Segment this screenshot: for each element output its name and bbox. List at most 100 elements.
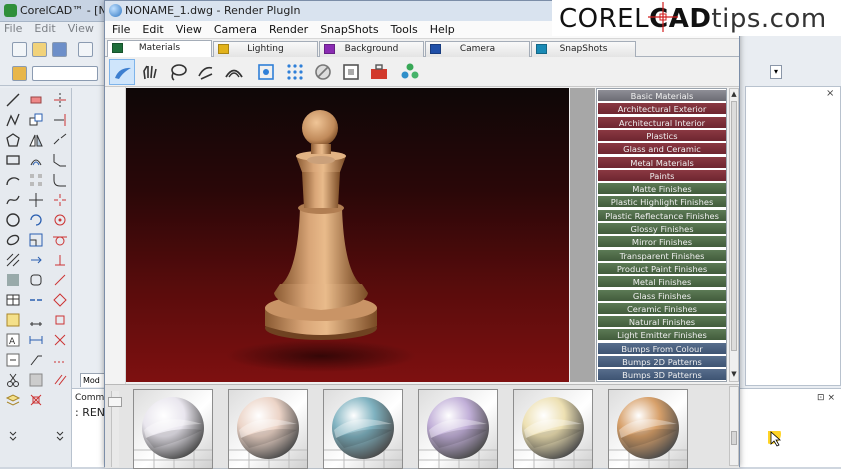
text-tool-icon[interactable]: A <box>5 332 21 348</box>
material-category-item[interactable]: Glass and Ceramic <box>598 143 726 156</box>
arc-button[interactable] <box>221 59 247 85</box>
point-tool-icon[interactable] <box>5 352 21 368</box>
material-category-item[interactable]: Bumps From Colour <box>598 342 726 355</box>
spline-tool-icon[interactable] <box>5 192 21 208</box>
extend-tool-icon[interactable] <box>52 112 68 128</box>
menu-help[interactable]: Help <box>423 21 460 36</box>
material-category-item[interactable]: Metal Materials <box>598 156 726 169</box>
menu-camera[interactable]: Camera <box>207 21 262 36</box>
copy-tool-icon[interactable] <box>28 112 44 128</box>
material-category-item[interactable]: Product Paint Finishes <box>598 262 726 275</box>
menu-file[interactable]: File <box>105 21 135 36</box>
frame-button[interactable] <box>338 59 364 85</box>
smudge-button[interactable] <box>193 59 219 85</box>
print-icon[interactable] <box>78 42 93 57</box>
material-category-item[interactable]: Plastic Reflectance Finishes <box>598 209 726 222</box>
circle-tool-icon[interactable] <box>5 212 21 228</box>
material-category-item[interactable]: Plastic Highlight Finishes <box>598 196 726 209</box>
menu-snapshots[interactable]: SnapShots <box>313 21 383 36</box>
corelcad-menu-edit[interactable]: Edit <box>34 22 55 35</box>
expand-more-icon[interactable] <box>5 428 21 444</box>
material-swatch-tan[interactable] <box>608 389 688 469</box>
properties-dropdown[interactable]: ▾ <box>770 65 782 79</box>
open-folder-icon[interactable] <box>32 42 47 57</box>
arc-tool-icon[interactable] <box>5 172 21 188</box>
hatch-tool-icon[interactable] <box>5 252 21 268</box>
explode-tool-icon[interactable] <box>52 192 68 208</box>
fillet-tool-icon[interactable] <box>52 172 68 188</box>
cut-tool-icon[interactable] <box>5 372 21 388</box>
scale-tool-icon[interactable] <box>28 232 44 248</box>
material-swatch-cream[interactable] <box>513 389 593 469</box>
eraser-tool-icon[interactable] <box>28 92 44 108</box>
material-category-item[interactable]: Natural Finishes <box>598 316 726 329</box>
command-text[interactable]: : REN <box>75 406 107 419</box>
scroll-thumb[interactable] <box>731 101 737 351</box>
material-swatch-lavender[interactable] <box>418 389 498 469</box>
move-tool-icon[interactable] <box>28 192 44 208</box>
material-swatch-white[interactable] <box>133 389 213 469</box>
tab-materials[interactable]: Materials <box>107 40 212 57</box>
no-entry-button[interactable] <box>310 59 336 85</box>
corelcad-menu-file[interactable]: File <box>4 22 22 35</box>
snap-insertion-icon[interactable] <box>52 312 68 328</box>
toolbox-button[interactable] <box>366 59 392 85</box>
snap-parallel-icon[interactable] <box>52 372 68 388</box>
snap-node-icon[interactable] <box>52 332 68 348</box>
region-tool-icon[interactable] <box>28 272 44 288</box>
slider-knob[interactable] <box>108 397 122 407</box>
new-file-icon[interactable] <box>12 42 27 57</box>
material-category-item[interactable]: Mirror Finishes <box>598 236 726 249</box>
material-swatch-peach[interactable] <box>228 389 308 469</box>
close-panel-icon[interactable]: × <box>826 88 834 99</box>
grid-dots-button[interactable] <box>282 59 308 85</box>
swatch-scrollbar[interactable] <box>729 386 739 466</box>
save-icon[interactable] <box>52 42 67 57</box>
material-category-item[interactable]: Transparent Finishes <box>598 249 726 262</box>
block-insert-icon[interactable] <box>5 312 21 328</box>
line-tool-icon[interactable] <box>5 92 21 108</box>
snap-perpendicular-icon[interactable] <box>52 252 68 268</box>
material-swatch-teal[interactable] <box>323 389 403 469</box>
material-category-item[interactable]: Basic Materials <box>598 90 726 102</box>
polygon-tool-icon[interactable] <box>5 132 21 148</box>
corelcad-menu-view[interactable]: View <box>68 22 94 35</box>
material-category-item[interactable]: Architectural Interior <box>598 116 726 129</box>
paint-brush-button[interactable] <box>109 59 135 85</box>
offset-tool-icon[interactable] <box>28 152 44 168</box>
wipeout-tool-icon[interactable] <box>28 372 44 388</box>
snap-apparent-icon[interactable] <box>28 392 44 408</box>
hand-button[interactable] <box>137 59 163 85</box>
menu-view[interactable]: View <box>169 21 207 36</box>
gradient-tool-icon[interactable] <box>5 272 21 288</box>
tab-snapshots[interactable]: SnapShots <box>531 41 636 57</box>
snap-extension-icon[interactable] <box>52 352 68 368</box>
trim-tool-icon[interactable] <box>52 92 68 108</box>
measure-tool-icon[interactable] <box>28 312 44 328</box>
menu-render[interactable]: Render <box>262 21 313 36</box>
stretch-tool-icon[interactable] <box>28 252 44 268</box>
swatch-size-slider[interactable] <box>108 391 122 467</box>
material-category-item[interactable]: Glossy Finishes <box>598 223 726 235</box>
material-category-item[interactable]: Paints <box>598 169 726 182</box>
dimension-tool-icon[interactable] <box>28 332 44 348</box>
material-category-item[interactable]: Plastics <box>598 129 726 142</box>
snap-nearest-icon[interactable] <box>52 272 68 288</box>
material-category-item[interactable]: Light Emitter Finishes <box>598 329 726 342</box>
lasso-button[interactable] <box>165 59 191 85</box>
model-tab[interactable]: Mod <box>80 373 105 387</box>
material-category-item[interactable]: Metal Finishes <box>598 276 726 289</box>
scroll-up-icon[interactable]: ▲ <box>730 90 738 100</box>
tab-background[interactable]: Background <box>319 41 424 57</box>
rotate-tool-icon[interactable] <box>28 212 44 228</box>
layers-icon[interactable] <box>12 66 27 81</box>
chamfer-tool-icon[interactable] <box>52 152 68 168</box>
leader-tool-icon[interactable] <box>28 352 44 368</box>
snap-center-icon[interactable] <box>52 212 68 228</box>
tab-lighting[interactable]: Lighting <box>213 41 318 57</box>
material-category-item[interactable]: Architectural Exterior <box>598 103 726 116</box>
polyline-tool-icon[interactable] <box>5 112 21 128</box>
menu-tools[interactable]: Tools <box>384 21 423 36</box>
panel-controls-icon[interactable]: ⊡ × <box>817 393 835 403</box>
material-category-item[interactable]: Glass Finishes <box>598 289 726 302</box>
